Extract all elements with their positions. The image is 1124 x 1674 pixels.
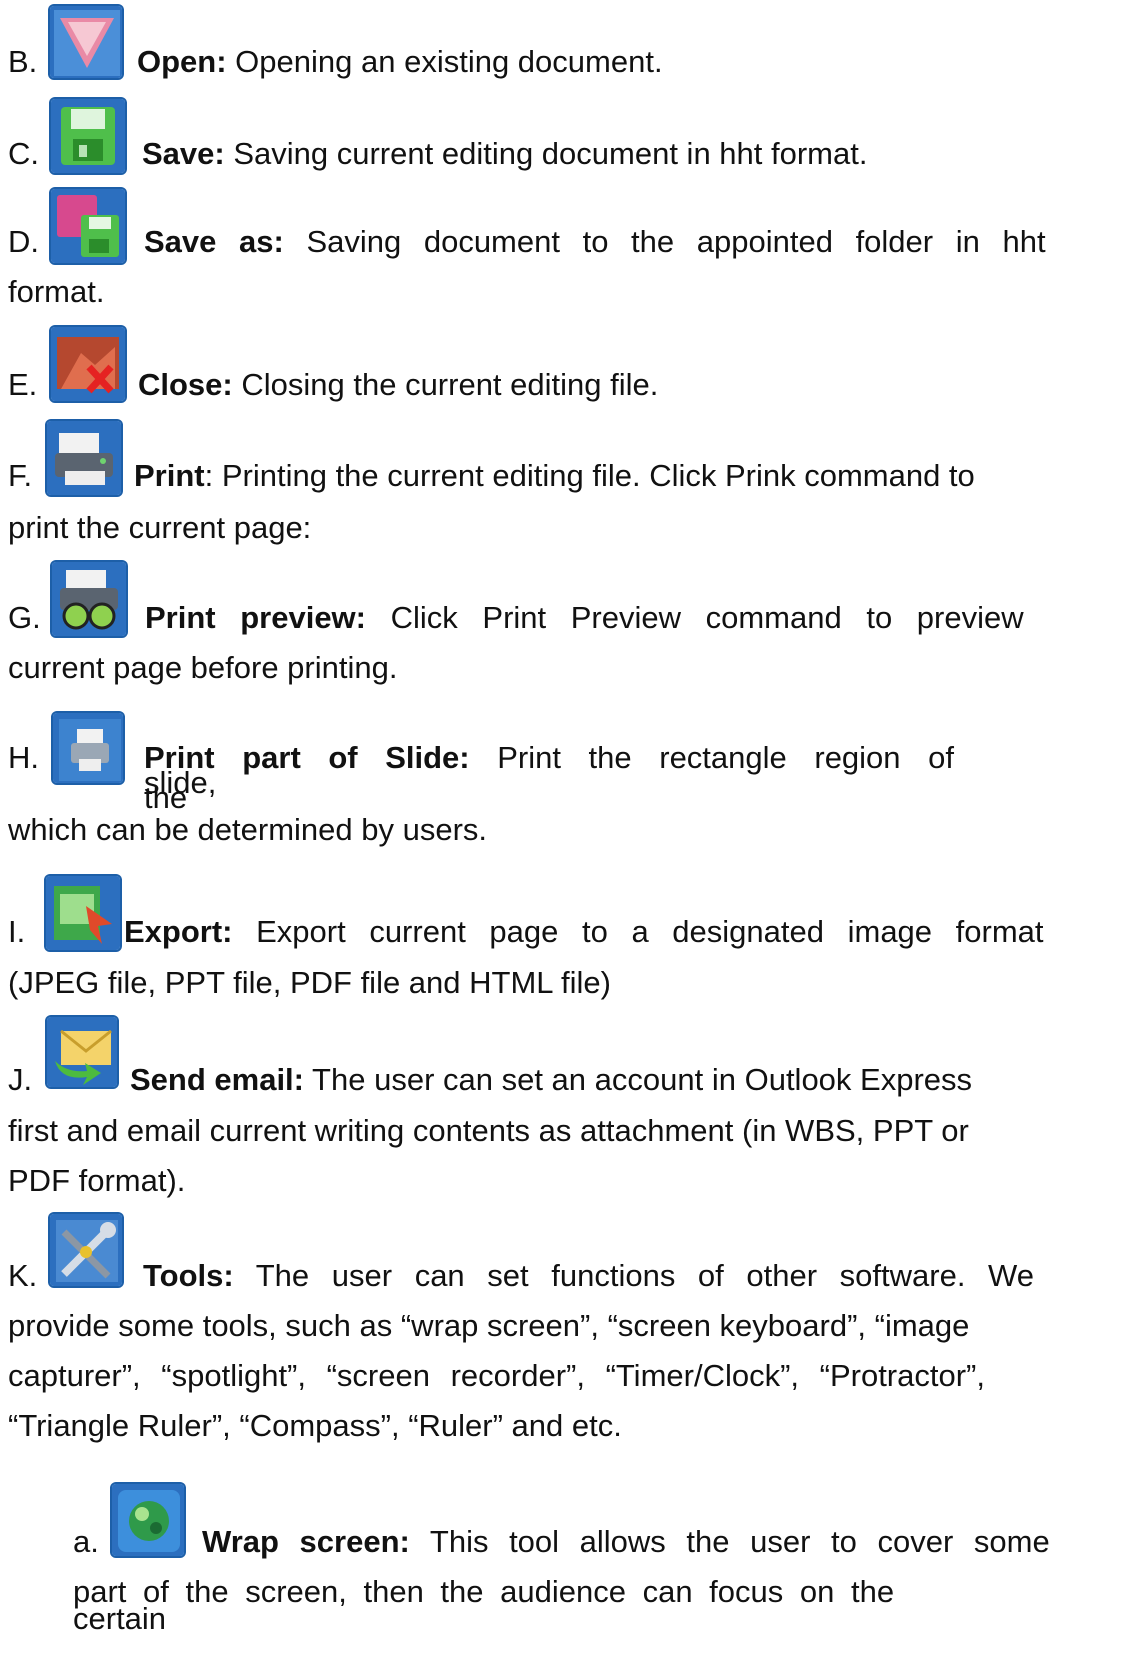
item-wrap: slide, <box>144 765 217 800</box>
item-desc: Click Print Preview command to preview <box>366 600 1024 635</box>
item-title: Print <box>134 458 205 493</box>
print-preview-icon <box>52 562 126 636</box>
item-letter: a. <box>73 1524 99 1559</box>
item-desc: : Printing the current editing file. Cli… <box>204 458 975 493</box>
tools-icon <box>50 1214 122 1286</box>
item-continuation: “Triangle Ruler”, “Compass”, “Ruler” and… <box>8 1408 622 1443</box>
item-desc: Saving current editing document in hht f… <box>224 136 868 171</box>
print-icon <box>47 421 121 495</box>
item-continuation: print the current page: <box>8 510 312 545</box>
item-continuation: provide some tools, such as “wrap screen… <box>8 1308 970 1343</box>
item-letter: D. <box>8 224 39 259</box>
item-title: Save: <box>142 136 225 171</box>
item-continuation: which can be determined by users. <box>8 812 488 847</box>
item-letter: K. <box>8 1258 38 1293</box>
item-desc: Saving document to the appointed folder … <box>283 224 1046 259</box>
item-title: Close: <box>138 367 233 402</box>
item-wrap: certain <box>73 1601 167 1636</box>
item-letter: C. <box>8 136 39 171</box>
item-desc: Opening an existing document. <box>226 44 663 79</box>
open-icon <box>50 6 122 78</box>
item-title: Wrap screen: <box>202 1524 410 1559</box>
item-letter: G. <box>8 600 41 635</box>
email-icon <box>47 1017 117 1087</box>
item-continuation: current page before printing. <box>8 650 398 685</box>
item-desc: Export current page to a designated imag… <box>232 914 1044 949</box>
wrap-screen-icon <box>112 1484 184 1556</box>
print-part-icon <box>53 713 123 783</box>
item-continuation: capturer”, “spotlight”, “screen recorder… <box>8 1358 985 1393</box>
item-desc: The user can set functions of other soft… <box>233 1258 1034 1293</box>
item-letter: E. <box>8 367 38 402</box>
item-continuation: (JPEG file, PPT file, PDF file and HTML … <box>8 965 611 1000</box>
item-title: Tools: <box>143 1258 234 1293</box>
item-title: Open: <box>137 44 227 79</box>
item-title: Export: <box>124 914 233 949</box>
item-title: Send email: <box>130 1062 304 1097</box>
item-title: Save as: <box>144 224 284 259</box>
close-file-icon <box>51 327 125 401</box>
save-icon <box>51 99 125 173</box>
item-letter: H. <box>8 740 39 775</box>
item-desc: Closing the current editing file. <box>232 367 659 402</box>
item-desc: This tool allows the user to cover some <box>409 1524 1050 1559</box>
item-continuation: format. <box>8 274 105 309</box>
item-title: Print preview: <box>145 600 366 635</box>
item-continuation: PDF format). <box>8 1163 186 1198</box>
item-letter: B. <box>8 44 38 79</box>
export-icon <box>46 876 120 950</box>
item-letter: F. <box>8 458 33 493</box>
save-as-icon <box>51 189 125 263</box>
item-letter: J. <box>8 1062 33 1097</box>
item-letter: I. <box>8 914 26 949</box>
item-desc: The user can set an account in Outlook E… <box>304 1062 973 1097</box>
item-continuation: first and email current writing contents… <box>8 1113 969 1148</box>
